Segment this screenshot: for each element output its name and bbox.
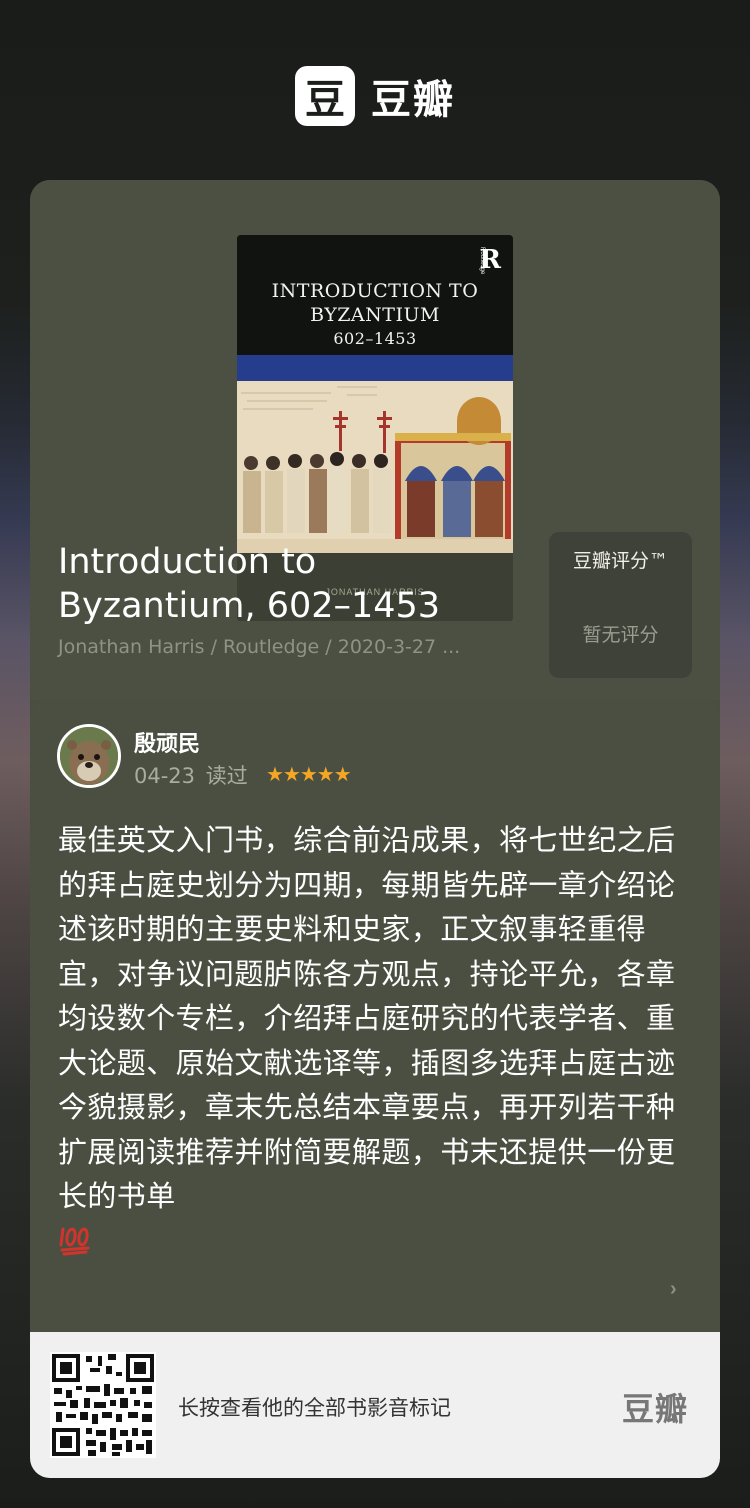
review-date-line: 04-23 读过 [134,760,248,790]
hundred-points-icon-svg [59,1227,90,1256]
review-text: 最佳英文入门书，综合前沿成果，将七世纪之后的拜占庭史划分为四期，每期皆先辟一章介… [58,823,676,1213]
cover-title-line1: INTRODUCTION TO [271,280,479,302]
star-rating: ★★★★★ [266,764,352,786]
share-footer: 长按查看他的全部书影音标记 豆瓣 [30,1332,720,1478]
more-icon: › [670,1278,677,1300]
footer-brand-logo: 豆瓣 [622,1390,689,1428]
book-meta: Jonathan Harris / Routledge / 2020-3-27 … [58,636,461,658]
rating-box: 豆瓣评分™ 暂无评分 [549,532,692,678]
cover-blue-band [237,355,513,381]
footer-prompt: 长按查看他的全部书影音标记 [178,1396,451,1420]
otter-avatar-icon [60,727,118,785]
cover-title-line3: 602–1453 [333,329,417,348]
review-date: 04-23 [134,764,196,788]
share-card: R Routledge INTRODUCTION TO BYZANTIUM 60… [30,180,720,1478]
byzantine-miniature-illustration [237,381,513,553]
douban-logo-text: 豆瓣 [371,77,455,123]
reviewer-name[interactable]: 殷顽民 [134,726,200,758]
rating-label: 豆瓣评分™ [572,550,668,572]
douban-logo: 豆 豆瓣 [0,66,750,126]
qr-code-icon[interactable] [50,1352,156,1458]
hundred-points-icon [58,1221,94,1257]
review-status: 读过 [205,764,248,788]
cover-title: INTRODUCTION TO BYZANTIUM 602–1453 [237,279,513,351]
avatar[interactable] [57,724,121,788]
cover-illustration [237,381,513,553]
douban-logo-icon: 豆 [295,66,355,126]
rating-value: 暂无评分 [582,624,659,646]
cover-title-line2: BYZANTIUM [310,304,440,326]
book-title[interactable]: Introduction to Byzantium, 602–1453 [58,540,518,628]
review-section: 殷顽民 04-23 读过 ★★★★★ 最佳英文入门书，综合前沿成果，将七世纪之后… [30,698,720,1332]
publisher-small-label: Routledge [479,247,485,275]
qr-code-svg [50,1352,156,1458]
book-section: R Routledge INTRODUCTION TO BYZANTIUM 60… [30,180,720,700]
